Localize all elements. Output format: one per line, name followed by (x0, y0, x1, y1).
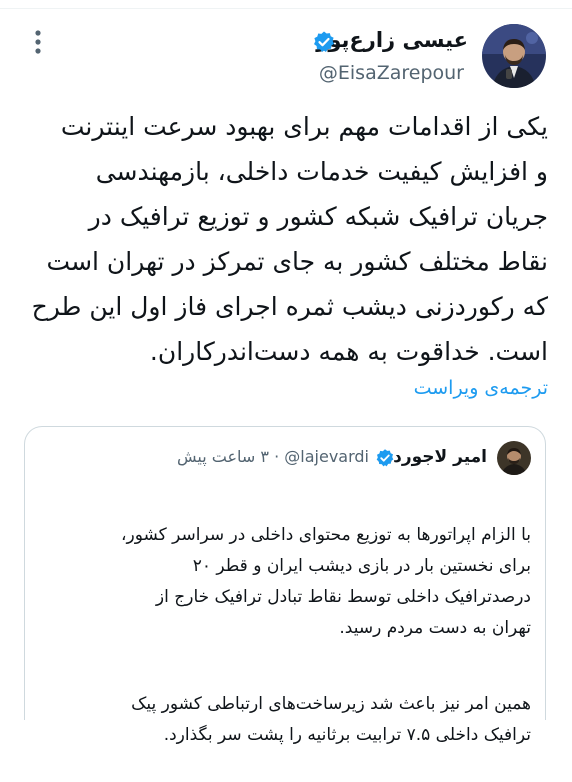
verified-badge-icon (312, 30, 336, 54)
quoted-handle[interactable]: @lajevardi (284, 447, 369, 466)
author-avatar[interactable] (482, 24, 546, 88)
top-divider (0, 0, 572, 9)
more-vertical-icon[interactable] (30, 28, 46, 56)
quoted-paragraph-1: با الزام اپراتورها به توزیع محتوای داخلی… (121, 525, 531, 638)
quoted-meta: @lajevardi · ۳ ساعت پیش (177, 447, 369, 466)
quoted-separator: · (274, 447, 280, 466)
quoted-time: ۳ ساعت پیش (177, 447, 269, 466)
translate-link[interactable]: ترجمه‌ی ویراست (414, 377, 548, 399)
quoted-text: با الزام اپراتورها به توزیع محتوای داخلی… (37, 489, 531, 782)
verified-badge-icon (375, 448, 395, 468)
author-handle[interactable]: @EisaZarepour (319, 62, 464, 84)
tweet-text: یکی از اقدامات مهم برای بهبود سرعت اینتر… (31, 112, 548, 366)
quoted-tweet[interactable]: امیر لاجوردی @lajevardi · ۳ ساعت پیش با … (24, 426, 546, 745)
author-name[interactable]: عیسی زارع‌پور (316, 28, 468, 52)
quoted-paragraph-2: همین امر نیز باعث شد زیرساخت‌های ارتباطی… (131, 694, 531, 745)
quoted-author-avatar[interactable] (497, 441, 531, 475)
